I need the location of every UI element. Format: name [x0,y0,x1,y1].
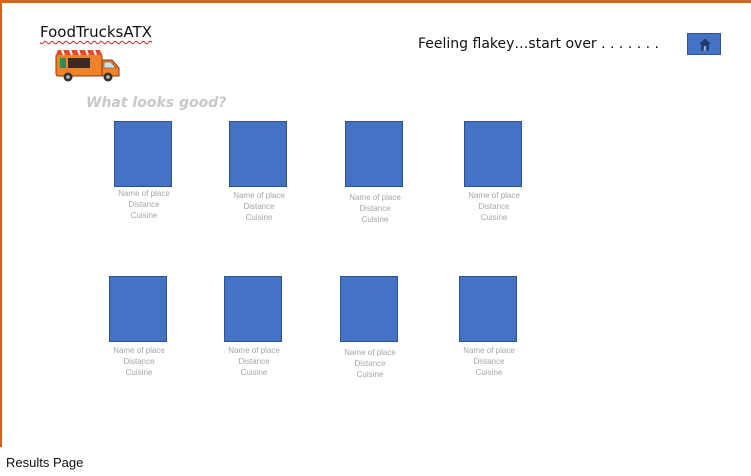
result-thumbnail [345,121,403,187]
result-name: Name of place [463,346,515,355]
home-icon [699,38,711,51]
result-distance: Distance [354,359,386,368]
food-truck-logo [55,49,120,82]
result-thumbnail [229,121,287,187]
result-thumbnail [224,276,282,342]
result-distance: Distance [243,202,275,211]
result-distance: Distance [473,357,505,366]
home-button[interactable] [687,33,721,55]
result-thumbnail [109,276,167,342]
result-distance: Distance [478,202,510,211]
result-name: Name of place [233,191,285,200]
result-thumbnail [464,121,522,187]
result-cuisine: Cuisine [245,213,273,222]
result-name: Name of place [468,191,520,200]
what-looks-good-prompt: What looks good? [86,95,227,111]
result-cuisine: Cuisine [361,215,389,224]
result-distance: Distance [128,200,160,209]
result-cuisine: Cuisine [356,370,384,379]
result-cuisine: Cuisine [480,213,508,222]
result-cuisine: Cuisine [475,368,503,377]
result-cuisine: Cuisine [125,368,153,377]
results-page-frame: FoodTrucksATX What looks good? Feeling f… [0,0,751,447]
result-name: Name of place [113,346,165,355]
page-label: Results Page [6,455,84,470]
result-name: Name of place [344,348,396,357]
result-distance: Distance [123,357,155,366]
result-thumbnail [114,121,172,187]
result-distance: Distance [238,357,270,366]
result-distance: Distance [359,204,391,213]
result-cuisine: Cuisine [240,368,268,377]
result-thumbnail [340,276,398,342]
result-name: Name of place [118,189,170,198]
result-cuisine: Cuisine [130,211,158,220]
brand-title: FoodTrucksATX [40,23,152,41]
result-thumbnail [459,276,517,342]
start-over-link[interactable]: Feeling flakey…start over . . . . . . . [418,36,659,52]
result-name: Name of place [228,346,280,355]
result-name: Name of place [349,193,401,202]
